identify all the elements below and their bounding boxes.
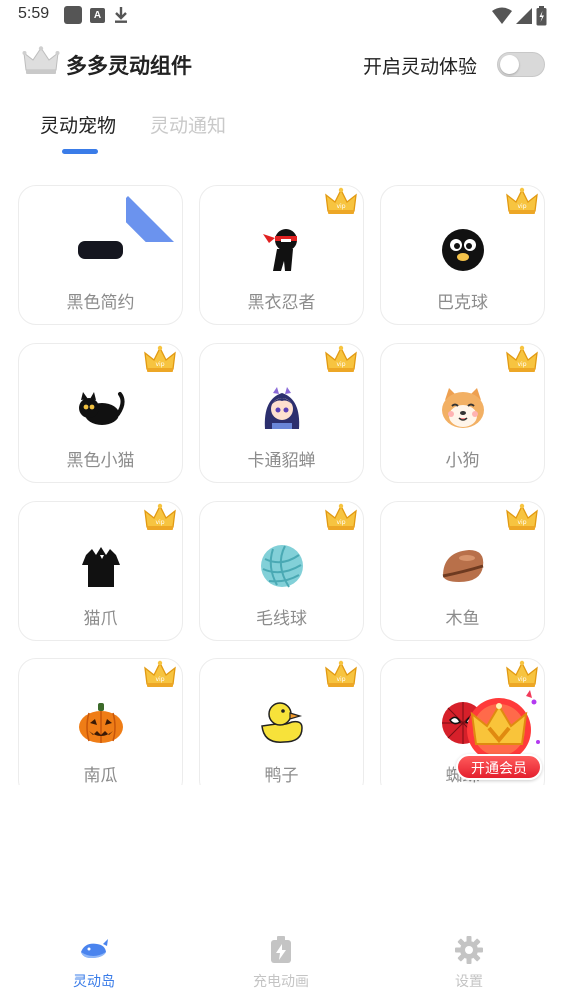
- pumpkin-icon: [73, 699, 129, 747]
- vip-promo-label: 开通会员: [456, 754, 542, 780]
- svg-text:vip: vip: [155, 519, 164, 526]
- ball-face-icon: [435, 226, 491, 274]
- vip-crown-icon: vip: [506, 187, 538, 214]
- pet-label: 猫爪: [83, 609, 118, 629]
- font-a-icon: A: [90, 7, 105, 23]
- whale-icon: [79, 935, 109, 965]
- svg-text:vip: vip: [336, 519, 345, 526]
- vip-promo-badge[interactable]: 开通会员: [456, 688, 542, 780]
- vip-crown-icon: vip: [325, 660, 357, 687]
- duck-icon: [254, 699, 310, 747]
- cat-paw-icon: [73, 542, 129, 590]
- pet-label: 黑色小猫: [66, 451, 135, 471]
- pet-card[interactable]: 免费 黑色简约: [18, 185, 183, 325]
- cartoon-girl-icon: [254, 384, 310, 432]
- status-bar: 5:59 A: [0, 0, 563, 32]
- black-pill-icon: [73, 226, 129, 274]
- pet-card[interactable]: vip 毛线球: [199, 501, 364, 641]
- vip-crown-icon: vip: [506, 345, 538, 372]
- tab-indicator: [62, 149, 98, 154]
- app-header: 多多灵动组件 开启灵动体验: [22, 44, 545, 84]
- svg-text:vip: vip: [517, 676, 526, 683]
- nav-label: 充电动画: [253, 974, 309, 990]
- vip-crown-icon: vip: [144, 503, 176, 530]
- notification-icons: A: [64, 6, 129, 24]
- pet-card[interactable]: vip 巴克球: [380, 185, 545, 325]
- gold-crown-promo-icon: [467, 690, 540, 762]
- svg-text:vip: vip: [517, 203, 526, 210]
- pet-card[interactable]: vip 小狗: [380, 343, 545, 483]
- pet-card[interactable]: vip 黑色小猫: [18, 343, 183, 483]
- bottom-nav: 灵动岛 充电动画 设置: [0, 935, 563, 1000]
- tab-dynamic-pets[interactable]: 灵动宠物: [40, 111, 116, 138]
- status-time: 5:59: [18, 5, 50, 22]
- pet-label: 卡通貂蝉: [247, 451, 316, 471]
- toggle-knob: [500, 55, 519, 74]
- vip-crown-icon: vip: [325, 345, 357, 372]
- black-cat-icon: [73, 384, 129, 432]
- pet-card[interactable]: vip 鸭子: [199, 658, 364, 785]
- pet-label: 南瓜: [83, 766, 118, 785]
- wooden-fish-icon: [435, 542, 491, 590]
- pet-label: 黑色简约: [66, 293, 135, 313]
- crown-logo-icon: [22, 46, 60, 74]
- tab-dynamic-notify[interactable]: 灵动通知: [150, 111, 226, 138]
- pet-card[interactable]: vip 猫爪: [18, 501, 183, 641]
- pet-label: 木鱼: [445, 609, 480, 629]
- pet-label: 巴克球: [437, 293, 488, 313]
- nav-label: 灵动岛: [73, 974, 115, 990]
- yarn-ball-icon: [254, 542, 310, 590]
- svg-text:vip: vip: [336, 676, 345, 683]
- free-badge: 免费: [154, 186, 180, 211]
- nav-settings[interactable]: 设置: [409, 935, 529, 991]
- battery-charge-icon: [266, 935, 296, 965]
- vip-crown-icon: vip: [144, 660, 176, 687]
- wifi-icon: [492, 7, 512, 24]
- pet-card[interactable]: vip 卡通貂蝉: [199, 343, 364, 483]
- shiba-dog-icon: [435, 384, 491, 432]
- pet-label: 毛线球: [256, 609, 307, 629]
- toggle-label: 开启灵动体验: [362, 56, 477, 78]
- vip-crown-icon: vip: [325, 187, 357, 214]
- pet-label: 鸭子: [264, 766, 299, 785]
- nav-charging-animation[interactable]: 充电动画: [221, 935, 341, 991]
- vip-crown-icon: vip: [325, 503, 357, 530]
- pet-card[interactable]: vip 黑衣忍者: [199, 185, 364, 325]
- download-icon: [115, 7, 127, 23]
- svg-text:vip: vip: [517, 361, 526, 368]
- app-notification-icon: [64, 6, 82, 24]
- svg-text:vip: vip: [155, 361, 164, 368]
- nav-dynamic-island[interactable]: 灵动岛: [34, 935, 154, 991]
- svg-text:vip: vip: [155, 676, 164, 683]
- svg-text:vip: vip: [517, 519, 526, 526]
- free-ribbon: 免费: [126, 186, 182, 242]
- vip-crown-icon: vip: [506, 503, 538, 530]
- dynamic-experience-toggle[interactable]: [497, 52, 545, 77]
- pet-card[interactable]: vip 南瓜: [18, 658, 183, 785]
- vip-crown-icon: vip: [506, 660, 538, 687]
- svg-text:vip: vip: [336, 361, 345, 368]
- gear-icon: [454, 935, 484, 965]
- pet-card[interactable]: vip 木鱼: [380, 501, 545, 641]
- battery-icon: [536, 6, 547, 26]
- pet-label: 黑衣忍者: [247, 293, 316, 313]
- app-title: 多多灵动组件: [66, 54, 192, 78]
- vip-crown-icon: vip: [144, 345, 176, 372]
- system-icons: [492, 6, 547, 26]
- svg-text:vip: vip: [336, 203, 345, 210]
- ninja-icon: [254, 226, 310, 274]
- cell-signal-icon: [516, 8, 532, 24]
- tab-bar: 灵动宠物 灵动通知: [40, 108, 340, 158]
- nav-label: 设置: [455, 974, 483, 990]
- pet-label: 小狗: [445, 451, 480, 471]
